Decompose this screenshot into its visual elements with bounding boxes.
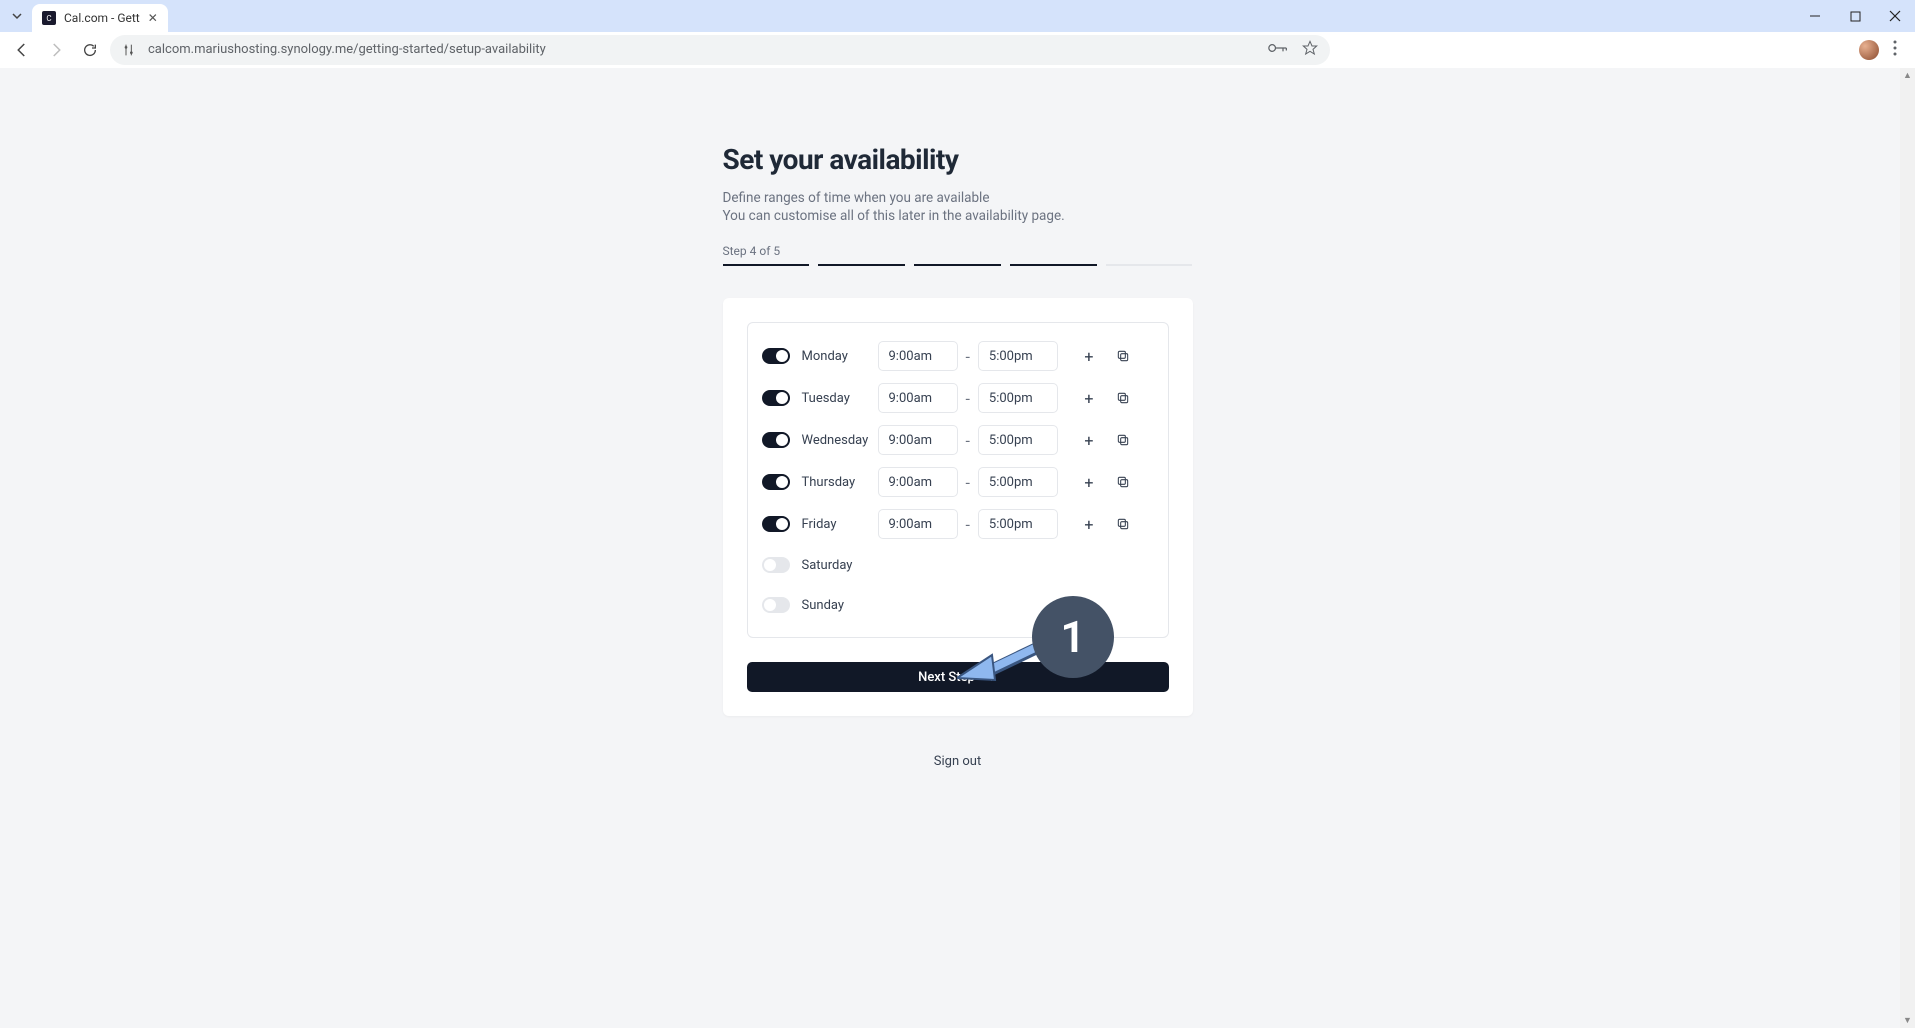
reload-button[interactable] <box>76 36 104 64</box>
day-row: Wednesday9:00am-5:00pm + <box>762 419 1154 461</box>
day-row: Saturday <box>762 545 1154 585</box>
maximize-button[interactable] <box>1835 0 1875 32</box>
progress-segment <box>914 264 1001 266</box>
step-label: Step 4 of 5 <box>723 244 1193 258</box>
close-window-button[interactable] <box>1875 0 1915 32</box>
start-time-input[interactable]: 9:00am <box>878 425 958 455</box>
browser-menu-icon[interactable] <box>1893 40 1897 60</box>
start-time-input[interactable]: 9:00am <box>878 509 958 539</box>
add-range-button[interactable]: + <box>1078 387 1100 409</box>
browser-tab[interactable]: C Cal.com - Gett ✕ <box>32 4 168 32</box>
time-range-dash: - <box>966 431 970 450</box>
tab-search-button[interactable] <box>10 9 24 23</box>
progress-segment <box>723 264 810 266</box>
scroll-up-icon[interactable]: ▲ <box>1900 68 1915 83</box>
copy-icon[interactable] <box>1112 513 1134 535</box>
start-time-input[interactable]: 9:00am <box>878 467 958 497</box>
scrollbar[interactable]: ▲ ▼ <box>1900 68 1915 1028</box>
tab-title: Cal.com - Gett <box>64 11 140 25</box>
add-range-button[interactable]: + <box>1078 513 1100 535</box>
copy-icon[interactable] <box>1112 429 1134 451</box>
back-button[interactable] <box>8 36 36 64</box>
day-row: Sunday <box>762 585 1154 625</box>
day-toggle[interactable] <box>762 516 790 532</box>
time-range-dash: - <box>966 389 970 408</box>
start-time-input[interactable]: 9:00am <box>878 341 958 371</box>
day-toggle[interactable] <box>762 557 790 573</box>
page-subtitle-line-1: Define ranges of time when you are avail… <box>723 190 1193 206</box>
window-controls <box>1795 0 1915 32</box>
day-label: Friday <box>802 517 878 532</box>
end-time-input[interactable]: 5:00pm <box>978 341 1058 371</box>
day-row: Friday9:00am-5:00pm + <box>762 503 1154 545</box>
day-label: Saturday <box>802 558 878 573</box>
time-range-dash: - <box>966 473 970 492</box>
add-range-button[interactable]: + <box>1078 471 1100 493</box>
browser-titlebar: C Cal.com - Gett ✕ <box>0 0 1915 32</box>
scroll-down-icon[interactable]: ▼ <box>1900 1013 1915 1028</box>
end-time-input[interactable]: 5:00pm <box>978 467 1058 497</box>
page-title: Set your availability <box>723 143 1193 176</box>
site-settings-icon[interactable] <box>122 42 138 58</box>
add-range-button[interactable]: + <box>1078 429 1100 451</box>
sign-out-link[interactable]: Sign out <box>723 754 1193 769</box>
availability-card: Monday9:00am-5:00pm+Tuesday9:00am-5:00pm… <box>723 298 1193 716</box>
day-row: Tuesday9:00am-5:00pm + <box>762 377 1154 419</box>
next-step-button[interactable]: Next Step <box>747 662 1169 692</box>
day-label: Tuesday <box>802 391 878 406</box>
day-toggle[interactable] <box>762 348 790 364</box>
schedule-list: Monday9:00am-5:00pm+Tuesday9:00am-5:00pm… <box>747 322 1169 638</box>
progress-segment <box>1106 264 1193 266</box>
progress-segment <box>818 264 905 266</box>
address-bar[interactable]: calcom.mariushosting.synology.me/getting… <box>110 35 1330 65</box>
day-label: Monday <box>802 349 878 364</box>
copy-icon[interactable] <box>1112 345 1134 367</box>
day-toggle[interactable] <box>762 390 790 406</box>
time-range-dash: - <box>966 347 970 366</box>
time-range-dash: - <box>966 515 970 534</box>
day-row: Monday9:00am-5:00pm + <box>762 335 1154 377</box>
page-body: ▲ ▼ Set your availability Define ranges … <box>0 68 1915 1028</box>
browser-toolbar: calcom.mariushosting.synology.me/getting… <box>0 32 1915 68</box>
forward-button[interactable] <box>42 36 70 64</box>
copy-icon[interactable] <box>1112 471 1134 493</box>
next-step-label: Next Step <box>918 670 975 685</box>
progress-segment <box>1010 264 1097 266</box>
tab-close-icon[interactable]: ✕ <box>148 11 158 25</box>
day-toggle[interactable] <box>762 432 790 448</box>
minimize-button[interactable] <box>1795 0 1835 32</box>
arrow-right-icon <box>983 670 997 684</box>
end-time-input[interactable]: 5:00pm <box>978 509 1058 539</box>
start-time-input[interactable]: 9:00am <box>878 383 958 413</box>
copy-icon[interactable] <box>1112 387 1134 409</box>
add-range-button[interactable]: + <box>1078 345 1100 367</box>
day-label: Thursday <box>802 475 878 490</box>
progress-bar <box>723 264 1193 266</box>
end-time-input[interactable]: 5:00pm <box>978 383 1058 413</box>
page-subtitle-line-2: You can customise all of this later in t… <box>723 208 1193 224</box>
bookmark-star-icon[interactable] <box>1302 40 1318 60</box>
end-time-input[interactable]: 5:00pm <box>978 425 1058 455</box>
day-toggle[interactable] <box>762 474 790 490</box>
day-row: Thursday9:00am-5:00pm + <box>762 461 1154 503</box>
profile-avatar[interactable] <box>1859 40 1879 60</box>
tab-favicon: C <box>42 11 56 25</box>
url-text: calcom.mariushosting.synology.me/getting… <box>148 42 546 57</box>
day-toggle[interactable] <box>762 597 790 613</box>
day-label: Sunday <box>802 598 878 613</box>
password-key-icon[interactable] <box>1268 40 1288 59</box>
day-label: Wednesday <box>802 433 878 448</box>
